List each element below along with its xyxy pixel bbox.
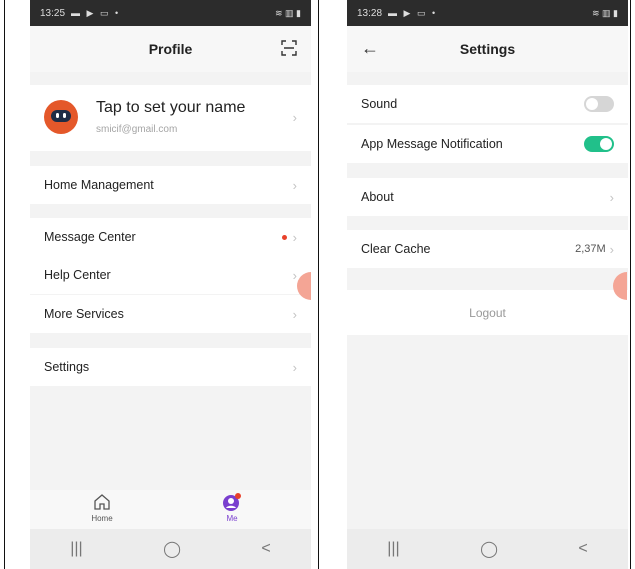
home-icon: [94, 494, 110, 510]
profile-name: Tap to set your name: [96, 99, 246, 116]
settings-header: ← Settings: [347, 26, 628, 72]
user-icon: [223, 493, 241, 511]
status-bar: 13:28 ▬ ▶ ▭ • ≋ ▥ ▮: [347, 0, 628, 26]
recents-button[interactable]: |||: [70, 540, 82, 558]
menu-item-label: Message Center: [44, 230, 136, 244]
status-notification-icons: ▬ ▶ ▭ •: [71, 7, 121, 18]
setting-label: App Message Notification: [361, 137, 503, 151]
setting-about[interactable]: About ›: [347, 178, 628, 216]
page-title: Settings: [459, 41, 516, 57]
nav-tab-label: Home: [91, 514, 113, 523]
notification-toggle[interactable]: [584, 136, 614, 152]
setting-label: Sound: [361, 97, 398, 111]
home-button[interactable]: ◯: [480, 539, 498, 559]
status-time: 13:28: [357, 7, 383, 19]
scan-icon[interactable]: [281, 40, 297, 56]
nav-tab-home[interactable]: Home: [72, 492, 132, 523]
logout-label: Logout: [469, 305, 506, 320]
nav-tab-me[interactable]: Me: [202, 492, 262, 523]
recents-button[interactable]: |||: [387, 540, 399, 558]
profile-header: Profile: [30, 26, 311, 72]
chevron-right-icon: ›: [292, 110, 297, 125]
profile-email: smicif@gmail.com: [96, 124, 178, 135]
menu-item-label: Help Center: [44, 268, 111, 282]
chevron-right-icon: ›: [292, 267, 297, 283]
back-arrow-icon[interactable]: ←: [361, 38, 379, 59]
frame-divider: [318, 0, 319, 569]
system-nav-bar: ||| ◯ <: [30, 529, 311, 569]
robot-face-icon: [51, 110, 71, 122]
setting-sound: Sound: [347, 85, 628, 123]
logout-button[interactable]: Logout: [347, 290, 628, 335]
sound-toggle[interactable]: [584, 96, 614, 112]
chevron-right-icon: ›: [292, 177, 297, 193]
chevron-right-icon: ›: [292, 306, 297, 322]
nav-tab-label: Me: [226, 514, 238, 523]
setting-app-notification: App Message Notification: [347, 125, 628, 163]
status-signal-icons: ≋ ▥ ▮: [275, 7, 301, 18]
menu-item-more-services[interactable]: More Services ›: [30, 295, 311, 333]
menu-item-label: Home Management: [44, 178, 154, 192]
menu-item-home-management[interactable]: Home Management ›: [30, 166, 311, 204]
back-button[interactable]: <: [578, 540, 587, 558]
status-notification-icons: ▬ ▶ ▭ •: [388, 7, 438, 18]
frame-border-right: [630, 0, 631, 569]
back-button[interactable]: <: [261, 540, 270, 558]
setting-label: Clear Cache: [361, 242, 431, 256]
home-button[interactable]: ◯: [163, 539, 181, 559]
avatar: [44, 100, 78, 134]
status-signal-icons: ≋ ▥ ▮: [592, 7, 618, 18]
menu-item-label: Settings: [44, 360, 90, 374]
status-bar: 13:25 ▬ ▶ ▭ • ≋ ▥ ▮: [30, 0, 311, 26]
chevron-right-icon: ›: [292, 359, 297, 375]
frame-border-left: [4, 0, 5, 569]
menu-item-message-center[interactable]: Message Center ›: [30, 218, 311, 256]
menu-item-settings[interactable]: Settings ›: [30, 348, 311, 386]
unread-dot-badge: [281, 234, 287, 240]
settings-screen: 13:28 ▬ ▶ ▭ • ≋ ▥ ▮ ← Settings Sound App…: [347, 0, 628, 569]
setting-label: About: [361, 190, 394, 204]
page-title: Profile: [148, 41, 193, 57]
menu-item-help-center[interactable]: Help Center ›: [30, 256, 311, 294]
bottom-nav: Home Me: [30, 490, 311, 529]
chevron-right-icon: ›: [609, 189, 614, 205]
menu-item-label: More Services: [44, 307, 124, 321]
chevron-right-icon: ›: [292, 229, 297, 245]
status-time: 13:25: [40, 7, 66, 19]
system-nav-bar: ||| ◯ <: [347, 529, 628, 569]
profile-screen: 13:25 ▬ ▶ ▭ • ≋ ▥ ▮ Profile Tap to set y…: [30, 0, 311, 569]
chevron-right-icon: ›: [609, 241, 614, 257]
profile-card[interactable]: Tap to set your name smicif@gmail.com ›: [30, 85, 311, 151]
cache-size: 2,37M: [575, 243, 606, 255]
setting-clear-cache[interactable]: Clear Cache 2,37M ›: [347, 230, 628, 268]
